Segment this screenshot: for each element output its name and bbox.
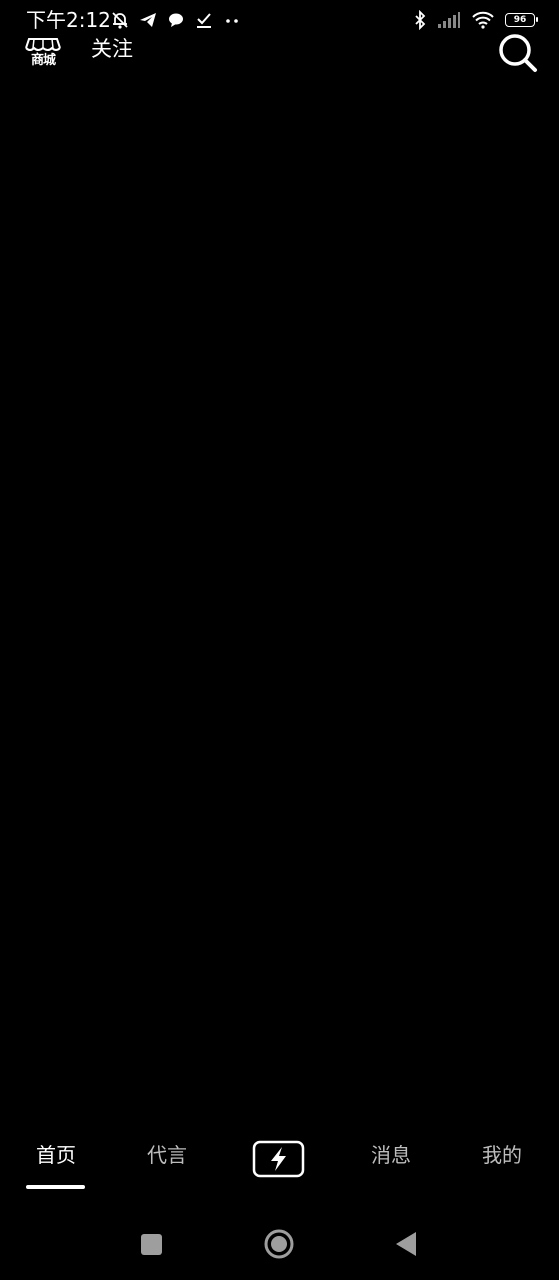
- tab-follow[interactable]: 关注: [91, 36, 133, 62]
- bottom-nav: 首页 代言 消息 我的: [0, 1130, 559, 1194]
- bluetooth-icon: [415, 10, 426, 30]
- signal-icon: [438, 12, 460, 28]
- home-button[interactable]: [263, 1228, 295, 1260]
- nav-item-messages[interactable]: 消息: [351, 1142, 431, 1168]
- nav-item-endorse[interactable]: 代言: [127, 1142, 207, 1168]
- shop-button[interactable]: 商城: [22, 36, 64, 74]
- recent-apps-button[interactable]: [135, 1228, 167, 1260]
- home-icon: [264, 1229, 294, 1259]
- status-notification-icons: [110, 10, 242, 30]
- bell-muted-icon: [112, 12, 128, 29]
- app-screen: 下午2:12 96 商城 关注 首页 代言 消息 我的: [0, 0, 559, 1280]
- wifi-icon: [472, 11, 494, 29]
- recent-apps-icon: [141, 1234, 162, 1255]
- telegram-icon: [140, 13, 156, 27]
- storefront-icon: [25, 38, 61, 51]
- battery-level: 96: [513, 15, 527, 25]
- nav-item-profile[interactable]: 我的: [462, 1142, 542, 1168]
- shop-label: 商城: [30, 53, 56, 68]
- back-icon: [396, 1232, 416, 1256]
- lightning-icon: [252, 1140, 305, 1178]
- search-icon: [499, 34, 537, 72]
- search-button[interactable]: [497, 32, 539, 74]
- status-time: 下午2:12: [26, 8, 111, 32]
- status-system-icons: 96: [413, 9, 538, 31]
- back-button[interactable]: [390, 1228, 422, 1260]
- top-app-bar: 商城 关注: [0, 32, 559, 76]
- feed-content-area[interactable]: [0, 80, 559, 1120]
- battery-icon: 96: [505, 13, 538, 27]
- system-nav-bar: [0, 1212, 559, 1276]
- nav-item-home[interactable]: 首页: [16, 1142, 96, 1168]
- more-dots-icon: [226, 19, 238, 23]
- nav-active-indicator: [26, 1185, 85, 1189]
- create-button[interactable]: [251, 1140, 306, 1178]
- download-check-icon: [197, 13, 211, 28]
- chat-bubble-icon: [169, 13, 183, 27]
